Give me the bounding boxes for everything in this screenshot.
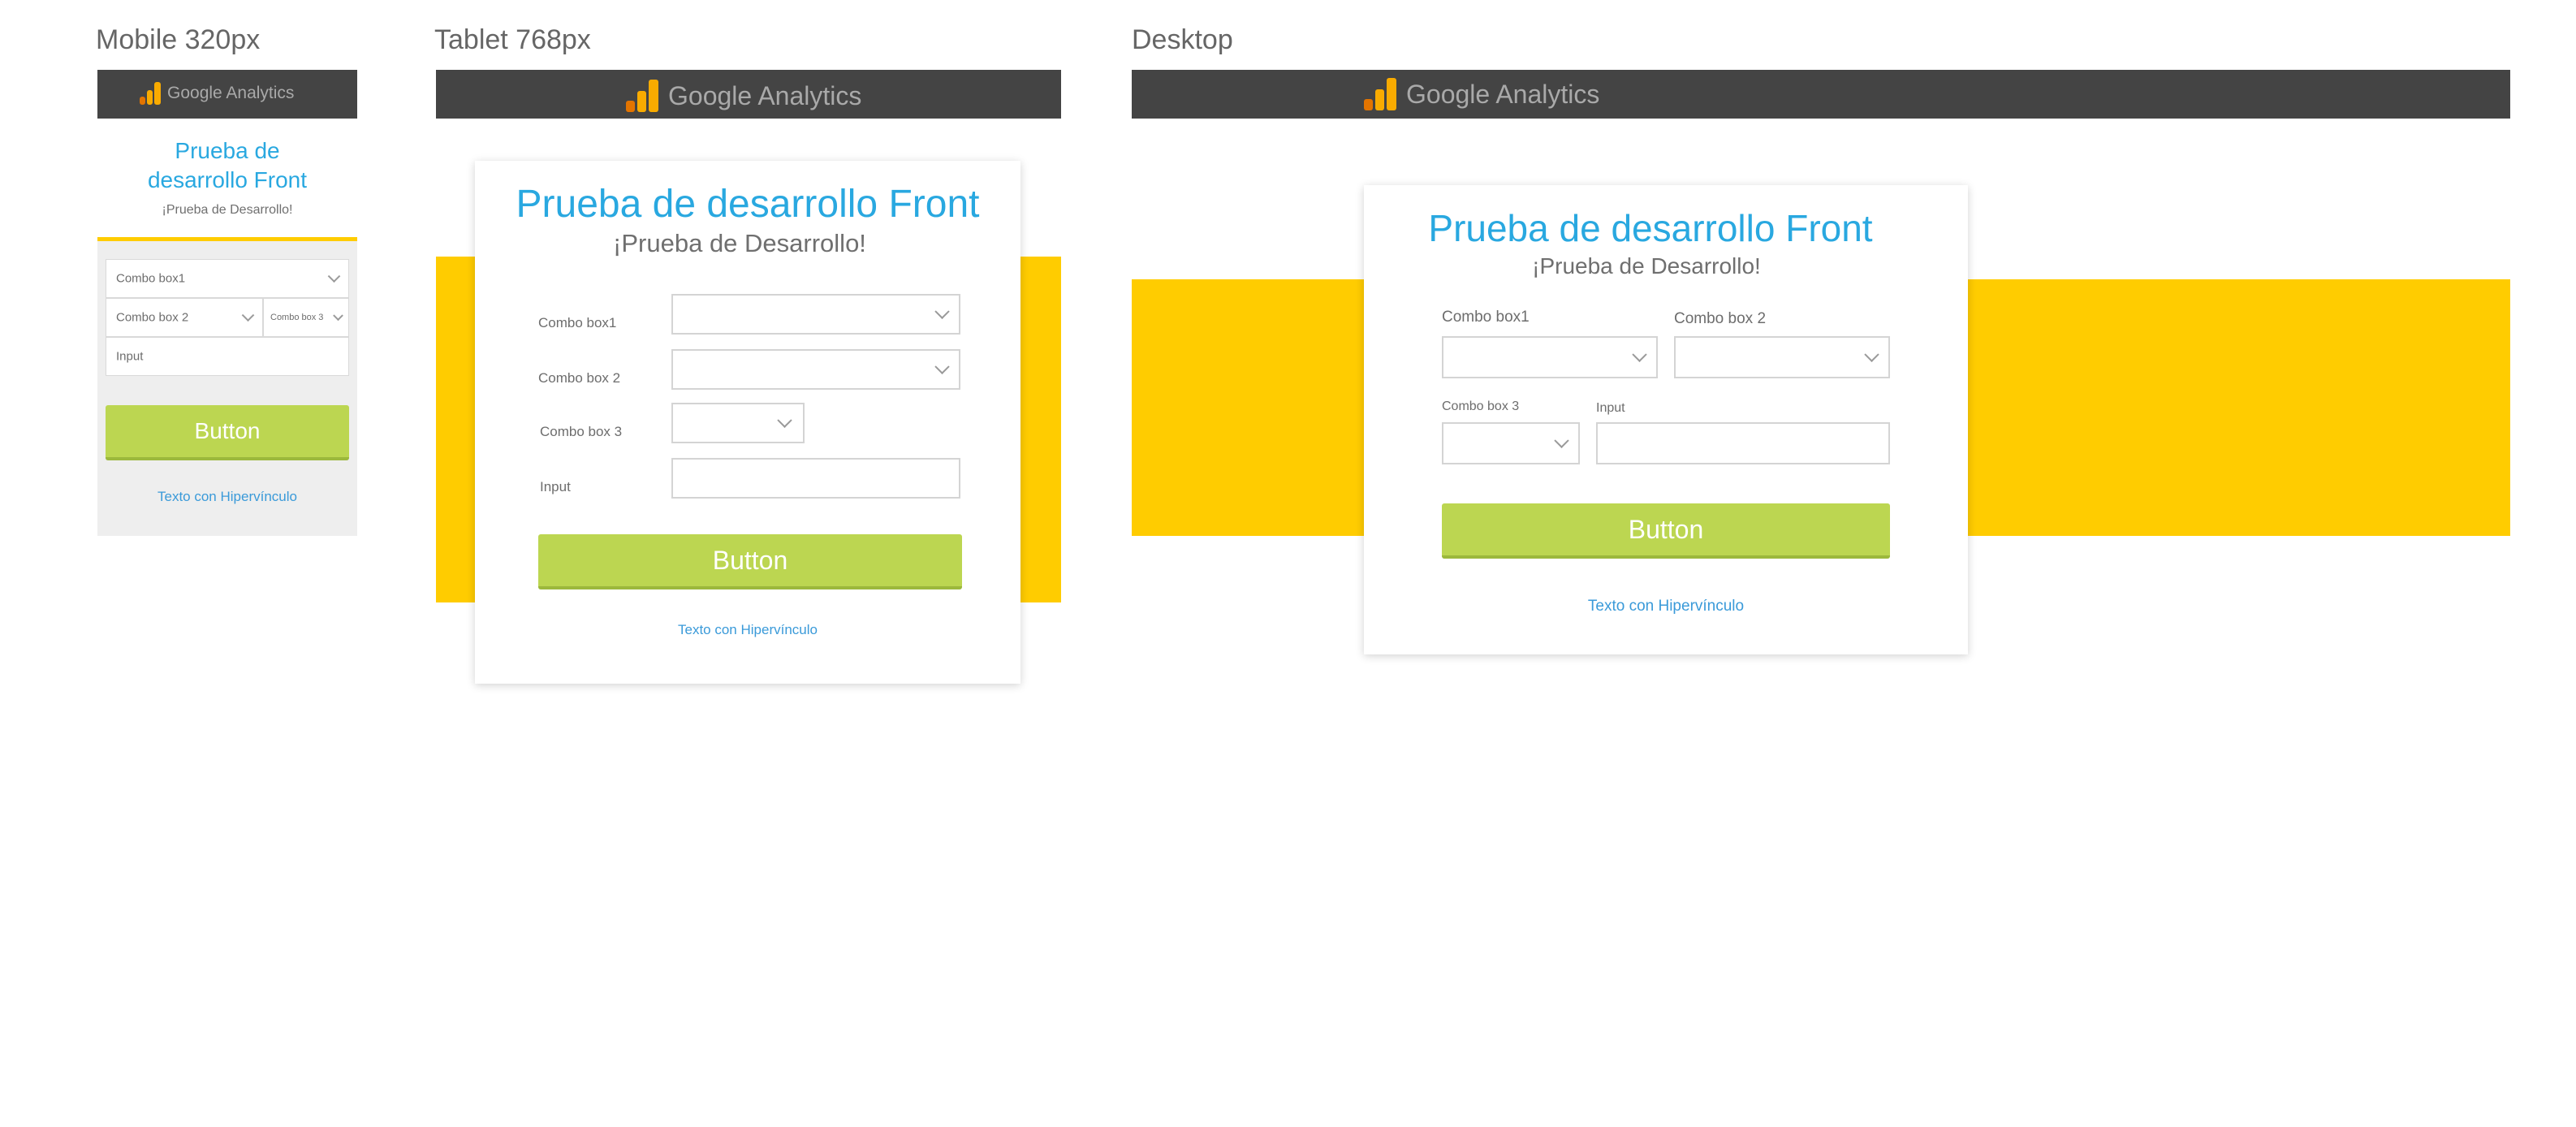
ga-brand[interactable]: Google Analytics bbox=[140, 82, 294, 105]
tablet-header-bar: Google Analytics bbox=[436, 70, 1061, 119]
tablet-combo-box-1[interactable] bbox=[671, 294, 960, 335]
input-placeholder: Input bbox=[116, 349, 144, 364]
tablet-page-title: Prueba de desarrollo Front bbox=[516, 183, 980, 226]
combo-box-3-label: Combo box 3 bbox=[270, 313, 324, 322]
desktop-input-label: Input bbox=[1596, 401, 1625, 415]
desktop-page-title: Prueba de desarrollo Front bbox=[1428, 207, 1873, 249]
mobile-input-field[interactable]: Input bbox=[106, 337, 349, 376]
chevron-down-icon bbox=[1554, 433, 1569, 448]
desktop-combo-box-2[interactable] bbox=[1674, 336, 1890, 378]
chevron-down-icon bbox=[934, 359, 950, 374]
tablet-combo-box-3-label: Combo box 3 bbox=[540, 424, 623, 439]
ga-logo-icon bbox=[1364, 78, 1396, 110]
tablet-form-card: Prueba de desarrollo Front ¡Prueba de De… bbox=[475, 161, 1020, 684]
chevron-down-icon bbox=[1632, 347, 1647, 362]
mobile-combo-box-1[interactable]: Combo box1 bbox=[106, 259, 349, 298]
ga-wordmark: Google Analytics bbox=[668, 80, 862, 110]
chevron-down-icon bbox=[327, 270, 341, 283]
desktop-mockup: Google Analytics Prueba de desarrollo Fr… bbox=[1132, 70, 2510, 654]
desktop-header-bar: Google Analytics bbox=[1132, 70, 2510, 119]
mobile-header-bar: Google Analytics bbox=[97, 70, 357, 119]
chevron-down-icon bbox=[241, 309, 255, 322]
desktop-section-label: Desktop bbox=[1132, 24, 1233, 55]
tablet-input-label: Input bbox=[540, 479, 571, 494]
tablet-combo-box-2[interactable] bbox=[671, 349, 960, 390]
mobile-combo-box-2[interactable]: Combo box 2 bbox=[106, 298, 263, 337]
combo-box-2-label: Combo box 2 bbox=[116, 310, 189, 325]
chevron-down-icon bbox=[1864, 347, 1879, 362]
desktop-combo-box-2-label: Combo box 2 bbox=[1674, 310, 1767, 327]
tablet-combo-box-3[interactable] bbox=[671, 403, 805, 443]
mobile-subtitle: ¡Prueba de Desarrollo! bbox=[162, 203, 293, 217]
tablet-combo-box-1-label: Combo box1 bbox=[538, 315, 617, 330]
ga-wordmark: Google Analytics bbox=[167, 84, 295, 102]
mobile-hyperlink[interactable]: Texto con Hipervínculo bbox=[97, 489, 357, 505]
desktop-hyperlink[interactable]: Texto con Hipervínculo bbox=[1364, 598, 1968, 615]
desktop-subtitle: ¡Prueba de Desarrollo! bbox=[1532, 253, 1761, 279]
ga-brand[interactable]: Google Analytics bbox=[1364, 78, 1599, 110]
ga-wordmark: Google Analytics bbox=[1406, 79, 1600, 109]
tablet-mockup: Google Analytics Prueba de desarrollo Fr… bbox=[436, 70, 1061, 687]
tablet-section-label: Tablet 768px bbox=[434, 24, 591, 55]
ga-logo-icon bbox=[140, 82, 161, 105]
ga-logo-icon bbox=[626, 80, 658, 112]
chevron-down-icon bbox=[777, 412, 792, 428]
combo-box-1-label: Combo box1 bbox=[116, 271, 186, 286]
mobile-title-line-1: Prueba de bbox=[175, 138, 280, 163]
mobile-section-label: Mobile 320px bbox=[96, 24, 261, 55]
tablet-input-field[interactable] bbox=[671, 458, 960, 499]
mobile-title-line-2: desarrollo Front bbox=[147, 167, 308, 192]
tablet-combo-box-2-label: Combo box 2 bbox=[538, 370, 621, 386]
mobile-combo-box-3[interactable]: Combo box 3 bbox=[263, 298, 349, 337]
desktop-combo-box-3-label: Combo box 3 bbox=[1442, 399, 1520, 413]
mobile-page-title: Prueba de desarrollo Front bbox=[97, 136, 357, 195]
mobile-mockup: Google Analytics Prueba de desarrollo Fr… bbox=[97, 70, 357, 536]
desktop-combo-box-3[interactable] bbox=[1442, 422, 1580, 464]
desktop-combo-box-1-label: Combo box1 bbox=[1442, 309, 1530, 326]
tablet-subtitle: ¡Prueba de Desarrollo! bbox=[613, 229, 866, 257]
tablet-hyperlink[interactable]: Texto con Hipervínculo bbox=[475, 622, 1020, 638]
desktop-combo-box-1[interactable] bbox=[1442, 336, 1658, 378]
tablet-submit-button[interactable]: Button bbox=[538, 534, 962, 589]
mobile-form-panel: Combo box1 Combo box 2 Combo box 3 Input… bbox=[97, 241, 357, 536]
desktop-form-card: Prueba de desarrollo Front ¡Prueba de De… bbox=[1364, 185, 1968, 654]
mobile-submit-button[interactable]: Button bbox=[106, 405, 349, 460]
desktop-input-field[interactable] bbox=[1596, 422, 1890, 464]
desktop-submit-button[interactable]: Button bbox=[1442, 503, 1890, 559]
ga-brand[interactable]: Google Analytics bbox=[626, 80, 861, 112]
chevron-down-icon bbox=[934, 304, 950, 319]
chevron-down-icon bbox=[333, 310, 343, 322]
